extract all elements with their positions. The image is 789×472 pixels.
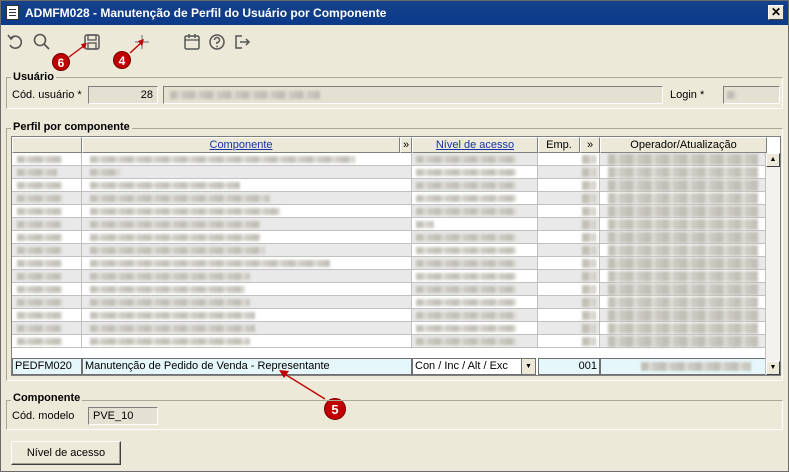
table-row[interactable]: [12, 270, 767, 283]
col-header-operador[interactable]: Operador/Atualização: [600, 137, 767, 153]
cod-modelo-field[interactable]: PVE_10: [88, 407, 158, 425]
selected-row-code[interactable]: PEDFM020: [12, 358, 82, 375]
usuario-group-title: Usuário: [11, 71, 56, 83]
login-label: Login *: [670, 89, 705, 101]
scroll-up-button[interactable]: ▲: [766, 153, 780, 167]
help-icon[interactable]: [206, 31, 228, 53]
cod-usuario-label: Cód. usuário *: [12, 89, 82, 101]
cod-modelo-label: Cód. modelo: [12, 410, 75, 422]
table-row[interactable]: [12, 231, 767, 244]
toolbar: 6 4: [1, 25, 788, 71]
table-row[interactable]: [12, 153, 767, 166]
nivel-acesso-button[interactable]: Nível de acesso: [11, 441, 121, 465]
perfil-group-title: Perfil por componente: [11, 121, 132, 133]
col-header-componente[interactable]: Componente: [82, 137, 400, 153]
title-bar: ADMFM028 - Manutenção de Perfil do Usuár…: [1, 1, 788, 25]
window-title: ADMFM028 - Manutenção de Perfil do Usuár…: [25, 6, 387, 20]
table-row[interactable]: [12, 309, 767, 322]
table-row[interactable]: [12, 218, 767, 231]
login-field[interactable]: [723, 86, 780, 104]
table-row[interactable]: [12, 179, 767, 192]
main-window: ADMFM028 - Manutenção de Perfil do Usuár…: [0, 0, 789, 472]
annotation-arrow-6: [68, 43, 87, 58]
cod-usuario-field[interactable]: 28: [88, 86, 158, 104]
selected-row-nivel-acesso[interactable]: Con / Inc / Alt / Exc: [412, 358, 523, 375]
col-header-nivel-acesso[interactable]: Nível de acesso: [412, 137, 538, 153]
col-header-emp[interactable]: Emp.: [538, 137, 580, 153]
expand-columns-button-2[interactable]: »: [580, 137, 600, 153]
selected-row-operador[interactable]: [600, 358, 767, 375]
expand-columns-button[interactable]: »: [400, 137, 412, 153]
exit-icon[interactable]: [231, 31, 253, 53]
table-row[interactable]: [12, 257, 767, 270]
table-row[interactable]: [12, 283, 767, 296]
undo-icon[interactable]: [5, 31, 27, 53]
calendar-icon[interactable]: [181, 31, 203, 53]
usuario-name-field[interactable]: [163, 86, 663, 104]
search-icon[interactable]: [31, 31, 53, 53]
table-row[interactable]: [12, 205, 767, 218]
col-header-code[interactable]: [12, 137, 82, 153]
nivel-dropdown-button[interactable]: ▼: [521, 358, 536, 375]
table-row-selected[interactable]: PEDFM020 Manutenção de Pedido de Venda -…: [12, 358, 767, 375]
grid-scrollbar[interactable]: ▲ ▼: [765, 153, 780, 375]
table-row[interactable]: [12, 335, 767, 348]
table-row[interactable]: [12, 166, 767, 179]
close-button[interactable]: ✕: [768, 5, 784, 20]
table-row[interactable]: [12, 192, 767, 205]
annotation-arrow-5: [279, 370, 326, 400]
scroll-down-button[interactable]: ▼: [766, 361, 780, 375]
annotation-arrow-4: [129, 39, 144, 54]
document-icon: [6, 5, 19, 20]
perfil-grid: Componente » Nível de acesso Emp. » Oper…: [11, 136, 781, 376]
selected-row-emp[interactable]: 001: [538, 358, 600, 375]
table-row[interactable]: [12, 322, 767, 335]
componente-group-title: Componente: [11, 392, 83, 404]
table-row[interactable]: [12, 296, 767, 309]
selected-row-componente[interactable]: Manutenção de Pedido de Venda - Represen…: [82, 358, 412, 375]
table-row[interactable]: [12, 244, 767, 257]
